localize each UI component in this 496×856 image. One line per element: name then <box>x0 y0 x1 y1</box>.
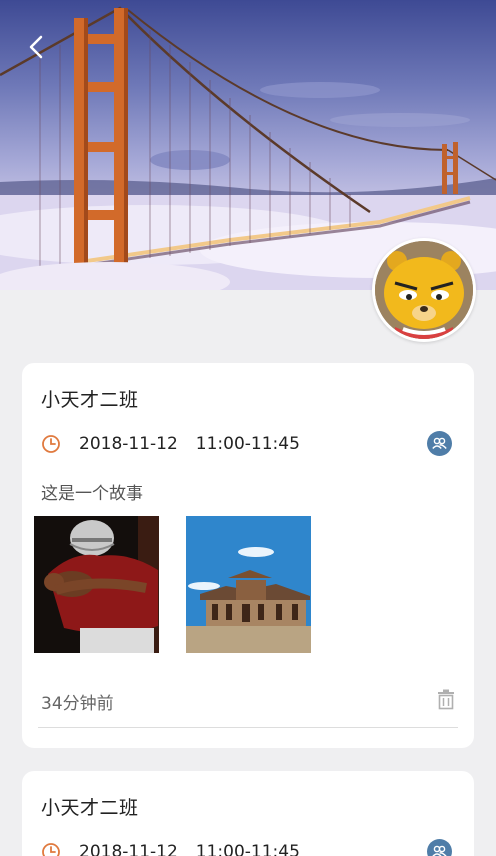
chevron-left-icon <box>29 35 43 59</box>
clock-icon <box>42 843 60 856</box>
divider <box>38 727 458 728</box>
members-button[interactable] <box>427 431 452 456</box>
bear-avatar-icon <box>375 241 473 339</box>
schedule-row: 2018-11-12 11:00-11:45 <box>41 431 300 457</box>
members-button[interactable] <box>427 839 452 856</box>
schedule-date: 2018-11-12 <box>79 842 178 856</box>
clock-icon <box>42 435 60 453</box>
group-icon <box>432 437 447 449</box>
back-button[interactable] <box>22 32 52 62</box>
temple-photo <box>186 516 311 653</box>
user-avatar[interactable] <box>372 238 476 342</box>
schedule-row: 2018-11-12 11:00-11:45 <box>41 839 300 856</box>
trash-icon <box>438 689 454 710</box>
class-name: 小天才二班 <box>41 797 139 819</box>
post-card[interactable]: 小天才二班 2018-11-12 11:00-11:45 这是一个故事 34分钟… <box>22 363 474 748</box>
schedule-time-range: 11:00-11:45 <box>195 434 300 454</box>
group-icon <box>432 845 447 856</box>
schedule-time-range: 11:00-11:45 <box>195 842 300 856</box>
class-name: 小天才二班 <box>41 389 139 411</box>
delete-post-button[interactable] <box>436 688 456 710</box>
post-content: 这是一个故事 <box>41 484 143 504</box>
post-photo[interactable] <box>34 516 159 653</box>
football-player-photo <box>34 516 159 653</box>
post-photo[interactable] <box>186 516 311 653</box>
post-time-ago: 34分钟前 <box>41 694 114 714</box>
post-card[interactable]: 小天才二班 2018-11-12 11:00-11:45 <box>22 771 474 856</box>
schedule-date: 2018-11-12 <box>79 434 178 454</box>
